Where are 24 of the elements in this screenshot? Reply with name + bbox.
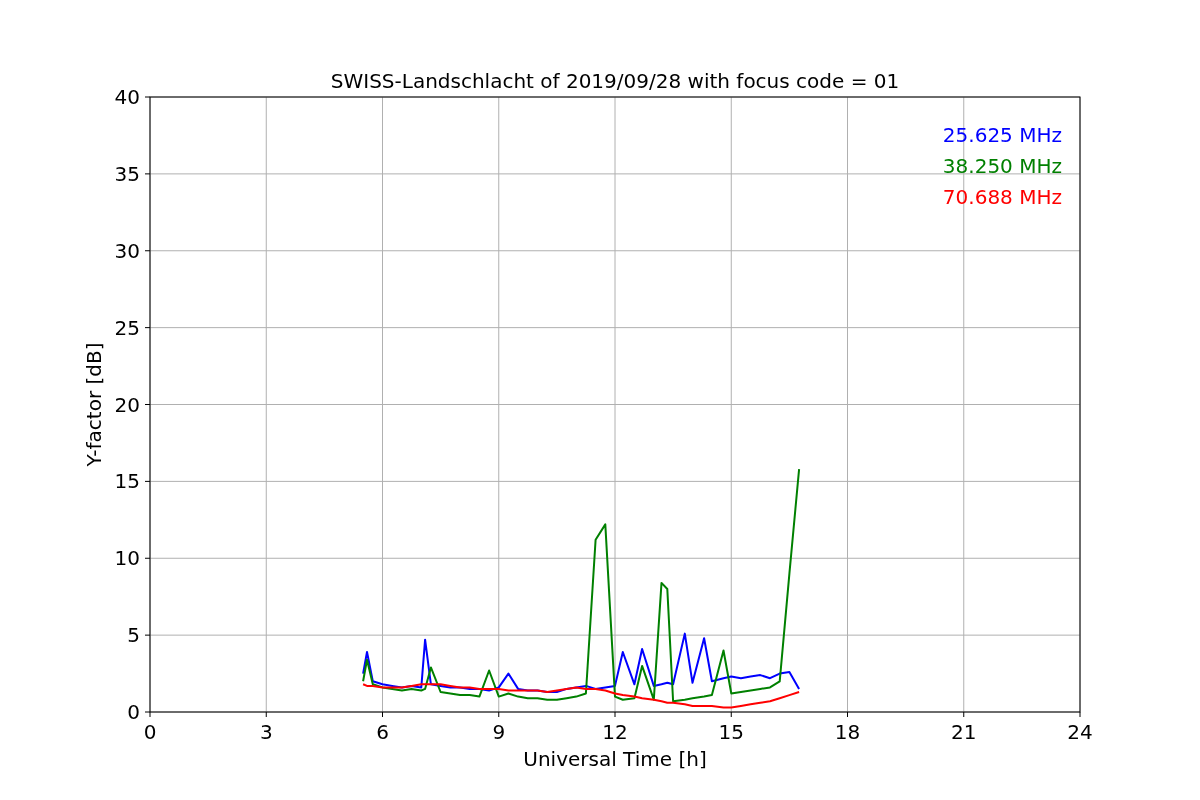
x-tick-label: 0 (143, 720, 157, 744)
legend-label: 25.625 MHz (942, 123, 1062, 147)
x-tick-label: 9 (492, 720, 506, 744)
y-tick-label: 20 (114, 392, 140, 417)
x-tick-label: 6 (376, 720, 389, 744)
y-tick-label: 25 (114, 315, 140, 340)
x-axis-label: Universal Time [h] (523, 747, 707, 771)
x-tick-label: 12 (602, 720, 628, 744)
y-tick-label: 10 (114, 546, 140, 571)
x-tick-label: 18 (834, 720, 861, 744)
x-tick-label: 24 (1067, 720, 1093, 744)
y-tick-label: 15 (114, 469, 140, 494)
y-tick-label: 40 (114, 85, 140, 109)
chart-title: SWISS-Landschlacht of 2019/09/28 with focus code = 01 (330, 69, 900, 93)
legend-label: 38.250 MHz (942, 154, 1062, 178)
x-tick-label: 3 (259, 720, 273, 744)
y-tick-label: 0 (127, 700, 140, 724)
y-tick-label: 30 (114, 238, 140, 263)
y-tick-label: 5 (127, 623, 140, 648)
legend-label: 70.688 MHz (942, 185, 1062, 209)
x-tick-label: 15 (718, 720, 744, 744)
x-tick-label: 21 (951, 720, 977, 744)
y-axis-label: Y-factor [dB] (82, 342, 106, 467)
y-tick-label: 35 (114, 161, 140, 186)
